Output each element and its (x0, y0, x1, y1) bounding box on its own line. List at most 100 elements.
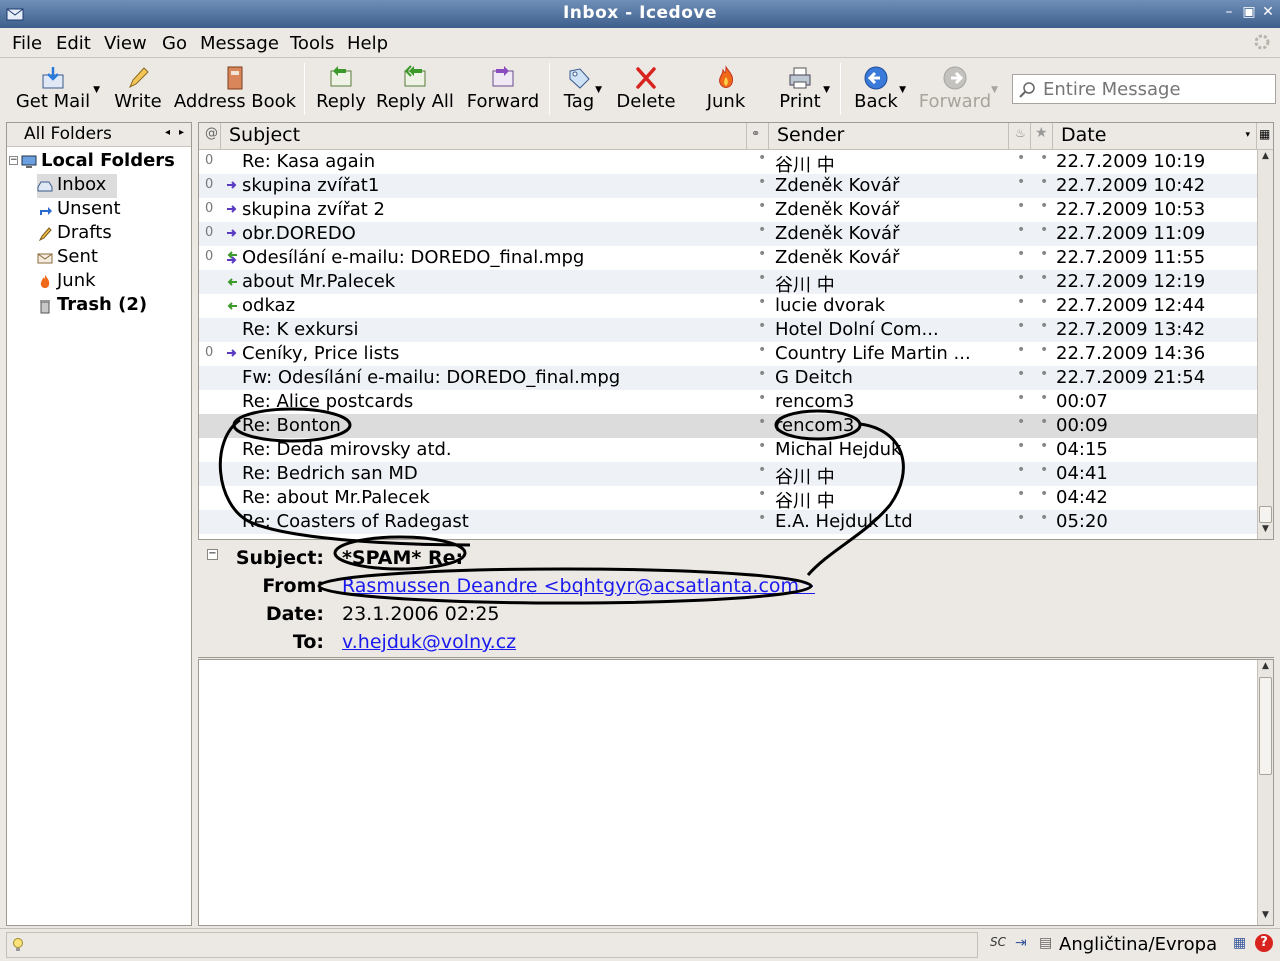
folder-local-folders[interactable]: − Local Folders (9, 150, 189, 174)
scroll-up-icon[interactable]: ▲ (1260, 151, 1271, 165)
message-body-pane[interactable]: ▲ ▼ (198, 659, 1274, 926)
scim-icon[interactable]: SC (990, 935, 1006, 949)
from-address-link[interactable]: Rasmussen Deandre <bqhtgyr@acsatlanta.co… (342, 575, 815, 597)
column-read-status[interactable]: ⚭ (747, 123, 769, 149)
read-dot-icon[interactable]: • (758, 462, 766, 478)
menu-view[interactable]: View (104, 33, 147, 54)
minimize-button[interactable]: – (1220, 4, 1238, 20)
get-mail-dropdown-icon[interactable]: ▼ (93, 85, 100, 95)
clipboard-icon[interactable]: ▦ (1233, 935, 1246, 951)
thread-scrollbar[interactable]: ▲ ▼ (1257, 150, 1273, 539)
menu-message[interactable]: Message (200, 33, 279, 54)
star-dot-icon[interactable]: • (1040, 294, 1048, 310)
read-dot-icon[interactable]: • (758, 174, 766, 190)
star-dot-icon[interactable]: • (1040, 318, 1048, 334)
junk-dot-icon[interactable]: • (1017, 366, 1025, 382)
menu-tools[interactable]: Tools (290, 33, 334, 54)
junk-dot-icon[interactable]: • (1017, 270, 1025, 286)
star-dot-icon[interactable]: • (1040, 198, 1048, 214)
help-icon[interactable]: ? (1255, 934, 1273, 952)
star-dot-icon[interactable]: • (1040, 174, 1048, 190)
read-dot-icon[interactable]: • (758, 270, 766, 286)
keyboard-layout-label[interactable]: Angličtina/Evropa (1059, 934, 1217, 955)
table-row[interactable]: Re: about Mr.Palecek • 谷川 中 • • 04:42 (199, 486, 1257, 512)
read-dot-icon[interactable]: • (758, 198, 766, 214)
star-dot-icon[interactable]: • (1040, 366, 1048, 382)
table-row[interactable]: 0 Ceníky, Price lists • Country Life Mar… (199, 342, 1257, 366)
table-row[interactable]: 0 Re: Kasa again • 谷川 中 • • 22.7.2009 10… (199, 150, 1257, 176)
collapse-toggle-icon[interactable]: − (9, 156, 18, 165)
junk-dot-icon[interactable]: • (1017, 390, 1025, 406)
read-dot-icon[interactable]: • (758, 486, 766, 502)
junk-dot-icon[interactable]: • (1017, 510, 1025, 526)
junk-dot-icon[interactable]: • (1017, 438, 1025, 454)
table-row[interactable]: 0 skupina zvířat 2 • Zdeněk Kovář • • 22… (199, 198, 1257, 222)
scroll-down-icon[interactable]: ▼ (1260, 910, 1271, 924)
junk-dot-icon[interactable]: • (1017, 246, 1025, 262)
delete-button[interactable]: Delete (612, 59, 680, 117)
address-book-button[interactable]: Address Book (172, 59, 298, 117)
to-address-link[interactable]: v.hejduk@volny.cz (342, 631, 516, 653)
search-box[interactable] (1012, 74, 1276, 104)
star-dot-icon[interactable]: • (1040, 150, 1048, 166)
read-dot-icon[interactable]: • (758, 318, 766, 334)
read-dot-icon[interactable]: • (758, 390, 766, 406)
reply-all-button[interactable]: Reply All (374, 59, 456, 117)
junk-dot-icon[interactable]: • (1017, 318, 1025, 334)
table-row[interactable]: 0 Odesílání e-mailu: DOREDO_final.mpg • … (199, 246, 1257, 270)
star-dot-icon[interactable]: • (1040, 510, 1048, 526)
junk-dot-icon[interactable]: • (1017, 174, 1025, 190)
table-row[interactable]: Fw: Odesílání e-mailu: DOREDO_final.mpg … (199, 366, 1257, 390)
star-dot-icon[interactable]: • (1040, 414, 1048, 430)
table-row[interactable]: Re: Bedrich san MD • 谷川 中 • • 04:41 (199, 462, 1257, 488)
junk-button[interactable]: Junk (700, 59, 752, 117)
junk-dot-icon[interactable]: • (1017, 222, 1025, 238)
search-icon[interactable] (1018, 81, 1036, 99)
junk-dot-icon[interactable]: • (1017, 294, 1025, 310)
forward-nav-dropdown-icon[interactable]: ▼ (991, 85, 998, 95)
star-dot-icon[interactable]: • (1040, 438, 1048, 454)
scroll-thumb[interactable] (1259, 677, 1272, 775)
read-dot-icon[interactable]: • (758, 342, 766, 358)
get-mail-button[interactable]: Get Mail ▼ (8, 59, 100, 117)
table-row-selected[interactable]: Re: Bonton • rencom3 • • 00:09 (199, 414, 1257, 438)
table-row[interactable]: Re: Alice postcards • rencom3 • • 00:07 (199, 390, 1257, 414)
menu-edit[interactable]: Edit (56, 33, 91, 54)
body-scrollbar[interactable]: ▲ ▼ (1257, 660, 1273, 925)
column-junk-status[interactable]: ♨ (1009, 123, 1031, 149)
column-picker[interactable]: ▦ (1257, 123, 1273, 149)
search-input[interactable] (1043, 77, 1271, 101)
pin-icon[interactable]: ⇥ (1015, 935, 1027, 951)
write-button[interactable]: Write (108, 59, 168, 117)
menu-go[interactable]: Go (162, 33, 187, 54)
column-sender[interactable]: Sender (769, 123, 1009, 149)
print-button[interactable]: Print ▼ (772, 59, 830, 117)
scroll-thumb[interactable] (1259, 506, 1272, 523)
read-dot-icon[interactable]: • (758, 510, 766, 526)
scroll-down-icon[interactable]: ▼ (1260, 524, 1271, 538)
star-dot-icon[interactable]: • (1040, 462, 1048, 478)
table-row[interactable]: about Mr.Palecek • 谷川 中 • • 22.7.2009 12… (199, 270, 1257, 296)
forward-nav-button[interactable]: Forward ▼ (914, 59, 998, 117)
menu-file[interactable]: File (12, 33, 42, 54)
read-dot-icon[interactable]: • (758, 222, 766, 238)
back-dropdown-icon[interactable]: ▼ (899, 85, 906, 95)
table-row[interactable]: Re: K exkursi • Hotel Dolní Com... • • 2… (199, 318, 1257, 342)
junk-dot-icon[interactable]: • (1017, 462, 1025, 478)
read-dot-icon[interactable]: • (758, 438, 766, 454)
read-dot-icon[interactable]: • (758, 414, 766, 430)
junk-dot-icon[interactable]: • (1017, 486, 1025, 502)
scroll-up-icon[interactable]: ▲ (1260, 661, 1271, 675)
read-dot-icon[interactable]: • (758, 246, 766, 262)
next-folder-view-icon[interactable]: ▸ (179, 127, 184, 138)
tag-dropdown-icon[interactable]: ▼ (595, 85, 602, 95)
column-subject[interactable]: Subject (221, 123, 747, 149)
star-dot-icon[interactable]: • (1040, 342, 1048, 358)
back-button[interactable]: Back ▼ (848, 59, 906, 117)
folder-inbox[interactable]: Inbox (37, 174, 117, 198)
star-dot-icon[interactable]: • (1040, 486, 1048, 502)
menu-help[interactable]: Help (347, 33, 388, 54)
column-attachment[interactable]: @ (199, 123, 221, 149)
column-date[interactable]: Date ▾ (1053, 123, 1257, 149)
star-dot-icon[interactable]: • (1040, 246, 1048, 262)
